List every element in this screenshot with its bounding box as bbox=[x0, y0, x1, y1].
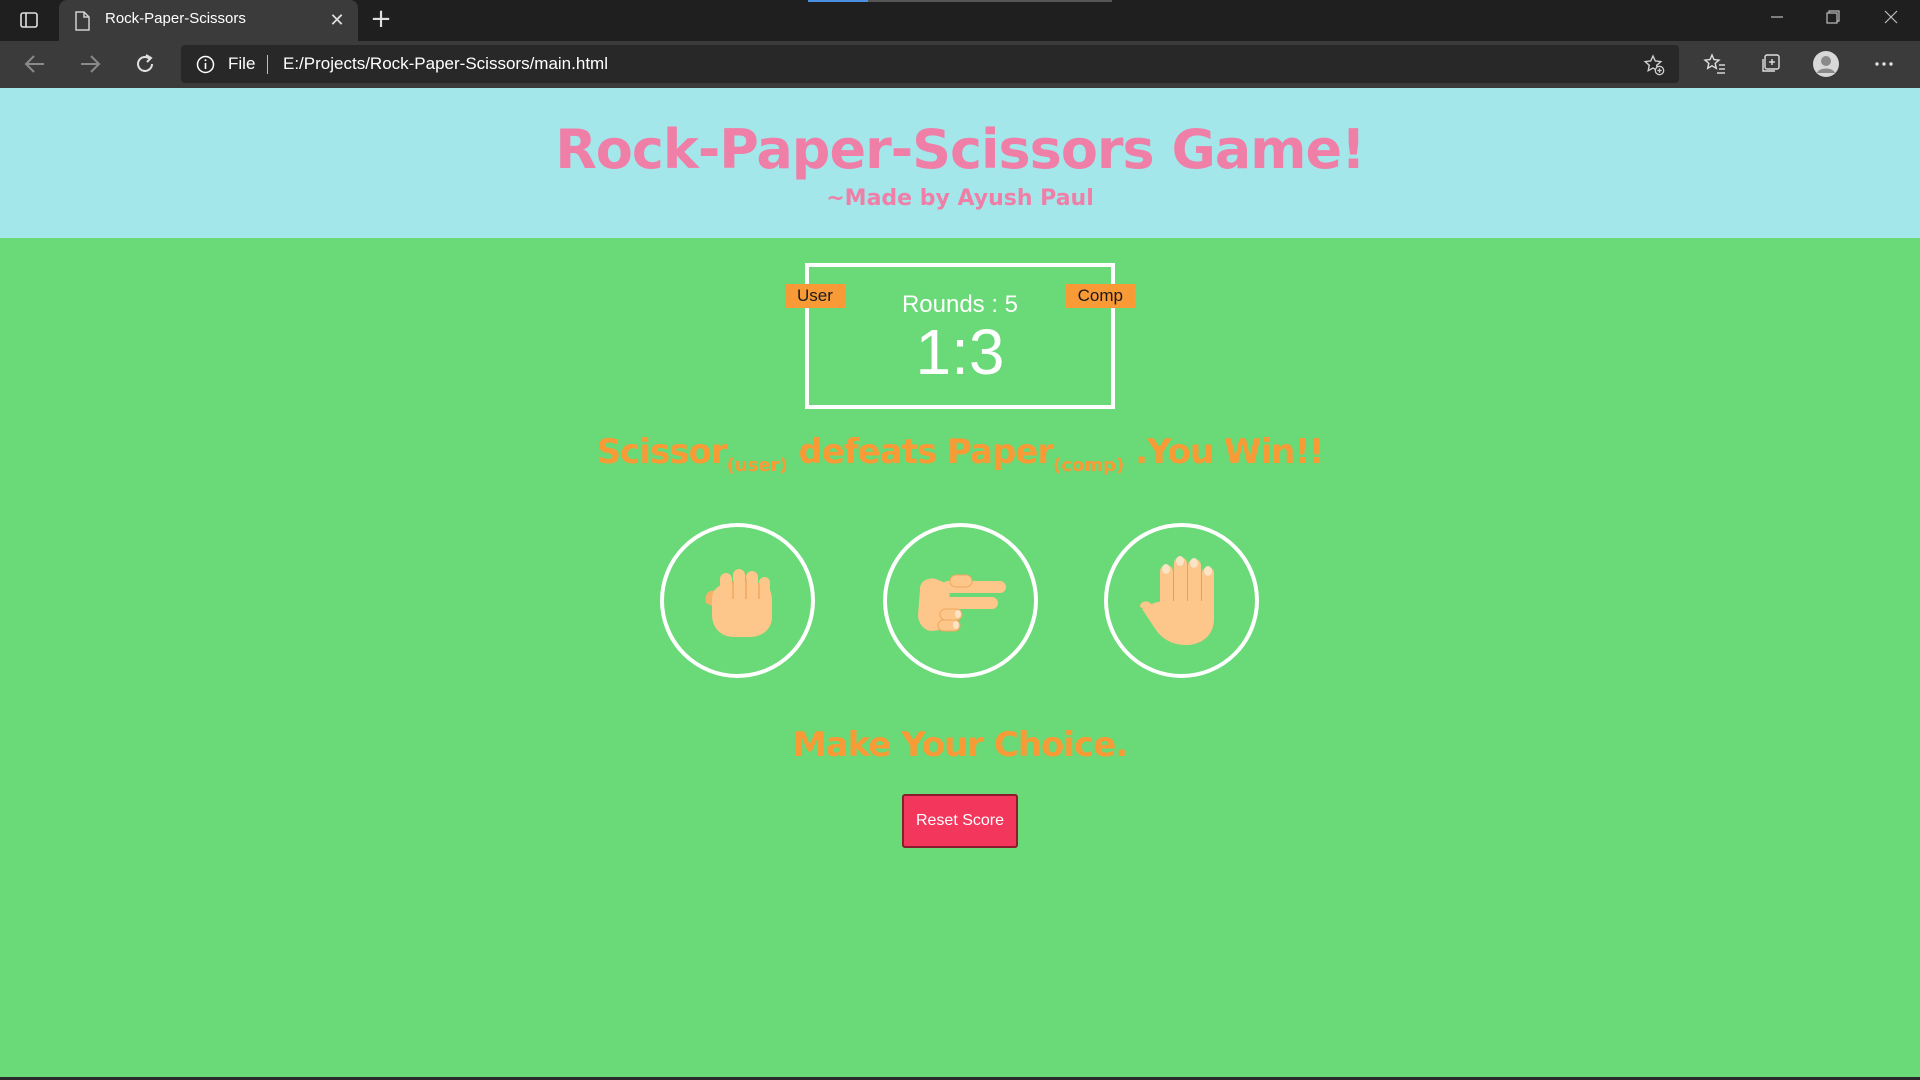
open-hand-icon bbox=[1139, 555, 1214, 645]
forward-arrow-icon[interactable] bbox=[75, 49, 105, 79]
add-favorite-icon[interactable] bbox=[1643, 54, 1665, 76]
result-verb: defeats bbox=[787, 432, 948, 472]
result-comp-choice: Paper bbox=[947, 432, 1054, 472]
result-message: Scissor(user) defeats Paper(comp) .You W… bbox=[0, 432, 1920, 476]
new-tab-button[interactable]: + bbox=[369, 6, 393, 32]
refresh-icon[interactable] bbox=[130, 49, 160, 79]
loading-indicator bbox=[808, 0, 868, 2]
tab-actions-icon[interactable] bbox=[18, 9, 40, 31]
loading-track bbox=[868, 0, 1112, 2]
address-divider bbox=[267, 55, 268, 74]
result-comp-tag: (comp) bbox=[1053, 454, 1125, 476]
rock-choice-button[interactable] bbox=[660, 523, 815, 678]
page-icon bbox=[74, 11, 92, 31]
paper-choice-button[interactable] bbox=[1104, 523, 1259, 678]
scoreboard: User Comp Rounds : 5 1:3 bbox=[785, 263, 1135, 409]
window-close-icon[interactable] bbox=[1876, 6, 1906, 32]
score-display: 1:3 bbox=[915, 316, 1005, 388]
favorites-icon[interactable] bbox=[1700, 49, 1730, 79]
restore-icon[interactable] bbox=[1818, 6, 1848, 32]
browser-titlebar: Rock-Paper-Scissors ✕ + bbox=[0, 0, 1920, 41]
address-bar[interactable]: File E:/Projects/Rock-Paper-Scissors/mai… bbox=[181, 45, 1679, 83]
page-subtitle: ~Made by Ayush Paul bbox=[826, 186, 1094, 211]
url-text[interactable]: E:/Projects/Rock-Paper-Scissors/main.htm… bbox=[283, 54, 608, 74]
collections-icon[interactable] bbox=[1755, 49, 1785, 79]
browser-tab-active[interactable]: Rock-Paper-Scissors ✕ bbox=[59, 0, 358, 41]
result-outcome: .You Win!! bbox=[1124, 432, 1324, 472]
reset-score-button[interactable]: Reset Score bbox=[902, 794, 1018, 848]
more-options-icon[interactable] bbox=[1869, 49, 1899, 79]
choice-prompt: Make Your Choice. bbox=[792, 725, 1128, 765]
scheme-label: File bbox=[228, 54, 256, 73]
tab-close-icon[interactable]: ✕ bbox=[327, 11, 347, 31]
back-arrow-icon[interactable] bbox=[20, 49, 50, 79]
result-user-tag: (user) bbox=[726, 454, 788, 476]
profile-avatar-icon[interactable] bbox=[1811, 49, 1841, 79]
result-user-choice: Scissor bbox=[596, 432, 728, 472]
page-title: Rock-Paper-Scissors Game! bbox=[555, 118, 1366, 181]
minimize-icon[interactable] bbox=[1762, 6, 1792, 32]
browser-toolbar: File E:/Projects/Rock-Paper-Scissors/mai… bbox=[0, 41, 1920, 88]
page-header: Rock-Paper-Scissors Game! ~Made by Ayush… bbox=[0, 88, 1920, 238]
fist-icon bbox=[704, 568, 772, 637]
tab-title: Rock-Paper-Scissors bbox=[105, 10, 246, 27]
scissors-hand-icon bbox=[917, 574, 1006, 631]
scissors-choice-button[interactable] bbox=[883, 523, 1038, 678]
info-icon[interactable] bbox=[196, 55, 215, 74]
